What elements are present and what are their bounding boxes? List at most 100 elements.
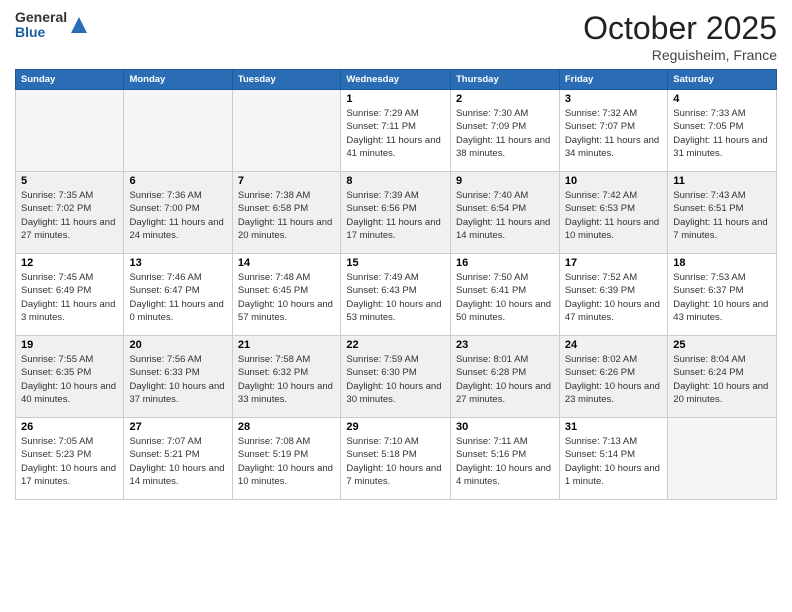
- sunset-text: Sunset: 6:24 PM: [673, 367, 743, 378]
- calendar-row-4: 19Sunrise: 7:55 AMSunset: 6:35 PMDayligh…: [16, 336, 777, 418]
- sunrise-text: Sunrise: 7:55 AM: [21, 354, 93, 365]
- daylight-text: Daylight: 11 hours and 34 minutes.: [565, 135, 659, 159]
- location: Reguisheim, France: [583, 47, 777, 63]
- sunrise-text: Sunrise: 7:29 AM: [346, 108, 418, 119]
- page: General Blue October 2025 Reguisheim, Fr…: [0, 0, 792, 612]
- day-number: 26: [21, 421, 118, 433]
- calendar-cell: 6Sunrise: 7:36 AMSunset: 7:00 PMDaylight…: [124, 172, 232, 254]
- daylight-text: Daylight: 10 hours and 27 minutes.: [456, 381, 551, 405]
- day-info: Sunrise: 7:10 AMSunset: 5:18 PMDaylight:…: [346, 435, 445, 488]
- calendar-row-5: 26 Sunrise: 7:05 AMSunset: 5:23 PMDayligh…: [16, 418, 777, 500]
- sunset-text: Sunset: 6:51 PM: [673, 203, 743, 214]
- day-number: 23: [456, 339, 554, 351]
- sunrise-text: Sunrise: 7:32 AM: [565, 108, 637, 119]
- sunrise-text: Sunrise: 7:49 AM: [346, 272, 418, 283]
- day-info: Sunrise: 7:05 AMSunset: 5:23 PMDaylight:…: [21, 435, 118, 488]
- sunrise-text: Sunrise: 7:56 AM: [129, 354, 201, 365]
- calendar-cell: 3Sunrise: 7:32 AMSunset: 7:07 PMDaylight…: [559, 90, 667, 172]
- day-info: Sunrise: 7:46 AMSunset: 6:47 PMDaylight:…: [129, 271, 226, 324]
- sunset-text: Sunset: 5:21 PM: [129, 449, 199, 460]
- daylight-text: Daylight: 11 hours and 41 minutes.: [346, 135, 440, 159]
- calendar-table: Sunday Monday Tuesday Wednesday Thursday…: [15, 69, 777, 500]
- daylight-text: Daylight: 10 hours and 33 minutes.: [238, 381, 333, 405]
- daylight-text: Daylight: 10 hours and 30 minutes.: [346, 381, 441, 405]
- sunrise-text: Sunrise: 8:02 AM: [565, 354, 637, 365]
- daylight-text: Daylight: 11 hours and 7 minutes.: [673, 217, 767, 241]
- daylight-text: Daylight: 11 hours and 27 minutes.: [21, 217, 115, 241]
- sunrise-text: Sunrise: 7:11 AM: [456, 436, 528, 447]
- month-title: October 2025: [583, 10, 777, 47]
- sunrise-text: Sunrise: 7:50 AM: [456, 272, 528, 283]
- calendar-cell: [124, 90, 232, 172]
- sunset-text: Sunset: 7:02 PM: [21, 203, 91, 214]
- sunset-text: Sunset: 7:07 PM: [565, 121, 635, 132]
- sunrise-text: Sunrise: 7:45 AM: [21, 272, 93, 283]
- logo-blue-text: Blue: [15, 25, 67, 40]
- day-info: Sunrise: 7:56 AM Sunset: 6:33 PM Daylight:…: [129, 353, 226, 406]
- day-info: Sunrise: 7:40 AMSunset: 6:54 PMDaylight:…: [456, 189, 554, 242]
- sunrise-text: Sunrise: 7:38 AM: [238, 190, 310, 201]
- header-wednesday: Wednesday: [341, 70, 451, 90]
- sunset-text: Sunset: 6:26 PM: [565, 367, 635, 378]
- calendar-cell: 10Sunrise: 7:42 AMSunset: 6:53 PMDayligh…: [559, 172, 667, 254]
- daylight-text: Daylight: 11 hours and 38 minutes.: [456, 135, 550, 159]
- calendar-cell: 12Sunrise: 7:45 AMSunset: 6:49 PMDayligh…: [16, 254, 124, 336]
- sunset-text: Sunset: 6:33 PM: [129, 367, 199, 378]
- calendar-cell: 13Sunrise: 7:46 AMSunset: 6:47 PMDayligh…: [124, 254, 232, 336]
- day-number: 6: [129, 175, 226, 187]
- sunset-text: Sunset: 6:43 PM: [346, 285, 416, 296]
- daylight-text: Daylight: 11 hours and 0 minutes.: [129, 299, 223, 323]
- sunset-text: Sunset: 6:56 PM: [346, 203, 416, 214]
- logo: General Blue: [15, 10, 89, 41]
- calendar-cell: 17Sunrise: 7:52 AMSunset: 6:39 PMDayligh…: [559, 254, 667, 336]
- logo-icon: [69, 15, 89, 35]
- calendar-cell: 22Sunrise: 7:59 AMSunset: 6:30 PMDayligh…: [341, 336, 451, 418]
- sunset-text: Sunset: 6:35 PM: [21, 367, 91, 378]
- header-friday: Friday: [559, 70, 667, 90]
- calendar-cell: 30Sunrise: 7:11 AMSunset: 5:16 PMDayligh…: [450, 418, 559, 500]
- calendar-cell: 23Sunrise: 8:01 AMSunset: 6:28 PMDayligh…: [450, 336, 559, 418]
- sunrise-text: Sunrise: 7:35 AM: [21, 190, 93, 201]
- header-saturday: Saturday: [668, 70, 777, 90]
- sunrise-text: Sunrise: 8:01 AM: [456, 354, 528, 365]
- sunrise-text: Sunrise: 7:39 AM: [346, 190, 418, 201]
- sunset-text: Sunset: 5:23 PM: [21, 449, 91, 460]
- day-number: 31: [565, 421, 662, 433]
- sunrise-text: Sunrise: 8:04 AM: [673, 354, 745, 365]
- sunrise-text: Sunrise: 7:36 AM: [129, 190, 201, 201]
- sunset-text: Sunset: 7:09 PM: [456, 121, 526, 132]
- day-number: 9: [456, 175, 554, 187]
- calendar-cell: [16, 90, 124, 172]
- daylight-text: Daylight: 10 hours and 47 minutes.: [565, 299, 660, 323]
- calendar-cell: 26 Sunrise: 7:05 AMSunset: 5:23 PMDayligh…: [16, 418, 124, 500]
- day-info: Sunrise: 7:49 AMSunset: 6:43 PMDaylight:…: [346, 271, 445, 324]
- logo-general-text: General: [15, 10, 67, 25]
- sunrise-text: Sunrise: 7:13 AM: [565, 436, 637, 447]
- sunrise-text: Sunrise: 7:48 AM: [238, 272, 310, 283]
- daylight-text: Daylight: 10 hours and 20 minutes.: [673, 381, 768, 405]
- header-sunday: Sunday: [16, 70, 124, 90]
- sunrise-text: Sunrise: 7:30 AM: [456, 108, 528, 119]
- daylight-text: Daylight: 10 hours and 37 minutes.: [129, 381, 224, 405]
- sunset-text: Sunset: 7:05 PM: [673, 121, 743, 132]
- daylight-text: Daylight: 10 hours and 14 minutes.: [129, 463, 224, 487]
- sunset-text: Sunset: 7:00 PM: [129, 203, 199, 214]
- title-block: October 2025 Reguisheim, France: [583, 10, 777, 63]
- calendar-cell: 2Sunrise: 7:30 AMSunset: 7:09 PMDaylight…: [450, 90, 559, 172]
- day-info: Sunrise: 7:55 AMSunset: 6:35 PMDaylight:…: [21, 353, 118, 406]
- day-number: 8: [346, 175, 445, 187]
- sunset-text: Sunset: 7:11 PM: [346, 121, 416, 132]
- calendar-cell: 29Sunrise: 7:10 AMSunset: 5:18 PMDayligh…: [341, 418, 451, 500]
- day-info: Sunrise: 7:33 AMSunset: 7:05 PMDaylight:…: [673, 107, 771, 160]
- day-info: Sunrise: 7:36 AMSunset: 7:00 PMDaylight:…: [129, 189, 226, 242]
- calendar-cell: 4Sunrise: 7:33 AMSunset: 7:05 PMDaylight…: [668, 90, 777, 172]
- calendar-cell: 11Sunrise: 7:43 AMSunset: 6:51 PMDayligh…: [668, 172, 777, 254]
- day-info: Sunrise: 7:53 AMSunset: 6:37 PMDaylight:…: [673, 271, 771, 324]
- calendar-row-3: 12Sunrise: 7:45 AMSunset: 6:49 PMDayligh…: [16, 254, 777, 336]
- day-info: Sunrise: 7:59 AMSunset: 6:30 PMDaylight:…: [346, 353, 445, 406]
- sunset-text: Sunset: 6:49 PM: [21, 285, 91, 296]
- daylight-text: Daylight: 10 hours and 43 minutes.: [673, 299, 768, 323]
- calendar-cell: [668, 418, 777, 500]
- day-info: Sunrise: 7:32 AM Sunset: 7:07 PM Daylight:…: [565, 107, 662, 160]
- daylight-text: Daylight: 10 hours and 57 minutes.: [238, 299, 333, 323]
